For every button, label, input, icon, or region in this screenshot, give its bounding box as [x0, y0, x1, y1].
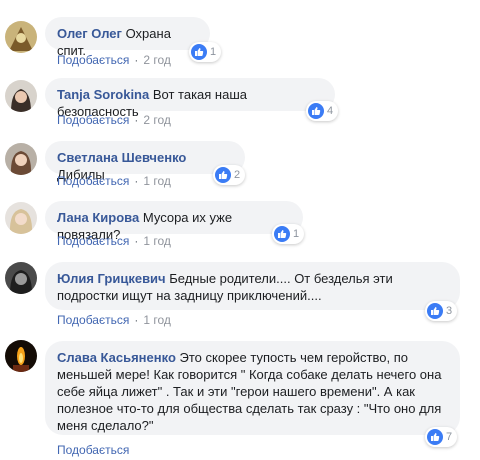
comment-author[interactable]: Юлия Грицкевич [57, 271, 166, 286]
comment-timestamp[interactable]: 1 год [143, 313, 171, 327]
avatar[interactable] [5, 202, 37, 234]
comment-bubble: Олег Олег Охрана спит. [45, 17, 210, 58]
avatar[interactable] [5, 340, 37, 372]
reaction-count[interactable]: 1 [189, 42, 222, 62]
like-button[interactable]: Подобається [57, 113, 129, 127]
comment-author[interactable]: Tanja Sorokina [57, 87, 149, 102]
avatar[interactable] [5, 143, 37, 175]
like-button[interactable]: Подобається [57, 53, 129, 67]
like-button[interactable]: Подобається [57, 174, 129, 188]
comment-actions: Подобається [57, 443, 129, 457]
comment-timestamp[interactable]: 2 год [143, 53, 171, 67]
avatar[interactable] [5, 21, 37, 53]
like-reaction-icon [191, 44, 207, 60]
like-button[interactable]: Подобається [57, 443, 129, 457]
comment-bubble: Tanja Sorokina Вот такая наша безопаснос… [45, 78, 335, 119]
like-reaction-icon [215, 167, 231, 183]
separator: · [134, 234, 139, 248]
avatar-image [5, 340, 37, 372]
comment-timestamp[interactable]: 1 год [143, 174, 171, 188]
reaction-count-value: 1 [293, 228, 300, 240]
avatar-image [5, 202, 37, 234]
comment-bubble: Слава Касьяненко Это скорее тупость чем … [45, 341, 460, 435]
comment-actions: Подобається · 2 год [57, 53, 171, 67]
like-reaction-icon [427, 429, 443, 445]
like-reaction-icon [308, 103, 324, 119]
avatar-image [5, 21, 37, 53]
reaction-count[interactable]: 2 [213, 165, 246, 185]
comment-author[interactable]: Слава Касьяненко [57, 350, 176, 365]
comment-bubble: Юлия Грицкевич Бедные родители.... От бе… [45, 262, 460, 310]
comment-author[interactable]: Олег Олег [57, 26, 122, 41]
comment-author[interactable]: Светлана Шевченко [57, 150, 186, 165]
avatar-image [5, 80, 37, 112]
separator: · [134, 113, 139, 127]
reaction-count-value: 1 [210, 46, 217, 58]
comment-author[interactable]: Лана Кирова [57, 210, 139, 225]
reaction-count-value: 4 [327, 105, 334, 117]
comment-timestamp[interactable]: 2 год [143, 113, 171, 127]
separator: · [134, 53, 139, 67]
avatar[interactable] [5, 262, 37, 294]
reaction-count-value: 2 [234, 169, 241, 181]
reaction-count-value: 7 [446, 431, 453, 443]
reaction-count[interactable]: 7 [425, 427, 458, 447]
comment-actions: Подобається · 1 год [57, 174, 171, 188]
reaction-count[interactable]: 4 [306, 101, 339, 121]
comment-timestamp[interactable]: 1 год [143, 234, 171, 248]
like-button[interactable]: Подобається [57, 234, 129, 248]
comment-actions: Подобається · 1 год [57, 234, 171, 248]
separator: · [134, 313, 139, 327]
avatar-image [5, 262, 37, 294]
avatar-image [5, 143, 37, 175]
separator: · [134, 174, 139, 188]
reaction-count[interactable]: 1 [272, 224, 305, 244]
avatar[interactable] [5, 80, 37, 112]
comment-bubble: Лана Кирова Мусора их уже повязали? [45, 201, 303, 242]
comment-actions: Подобається · 1 год [57, 313, 171, 327]
like-reaction-icon [427, 303, 443, 319]
comment-actions: Подобається · 2 год [57, 113, 171, 127]
reaction-count[interactable]: 3 [425, 301, 458, 321]
like-button[interactable]: Подобається [57, 313, 129, 327]
like-reaction-icon [274, 226, 290, 242]
reaction-count-value: 3 [446, 305, 453, 317]
